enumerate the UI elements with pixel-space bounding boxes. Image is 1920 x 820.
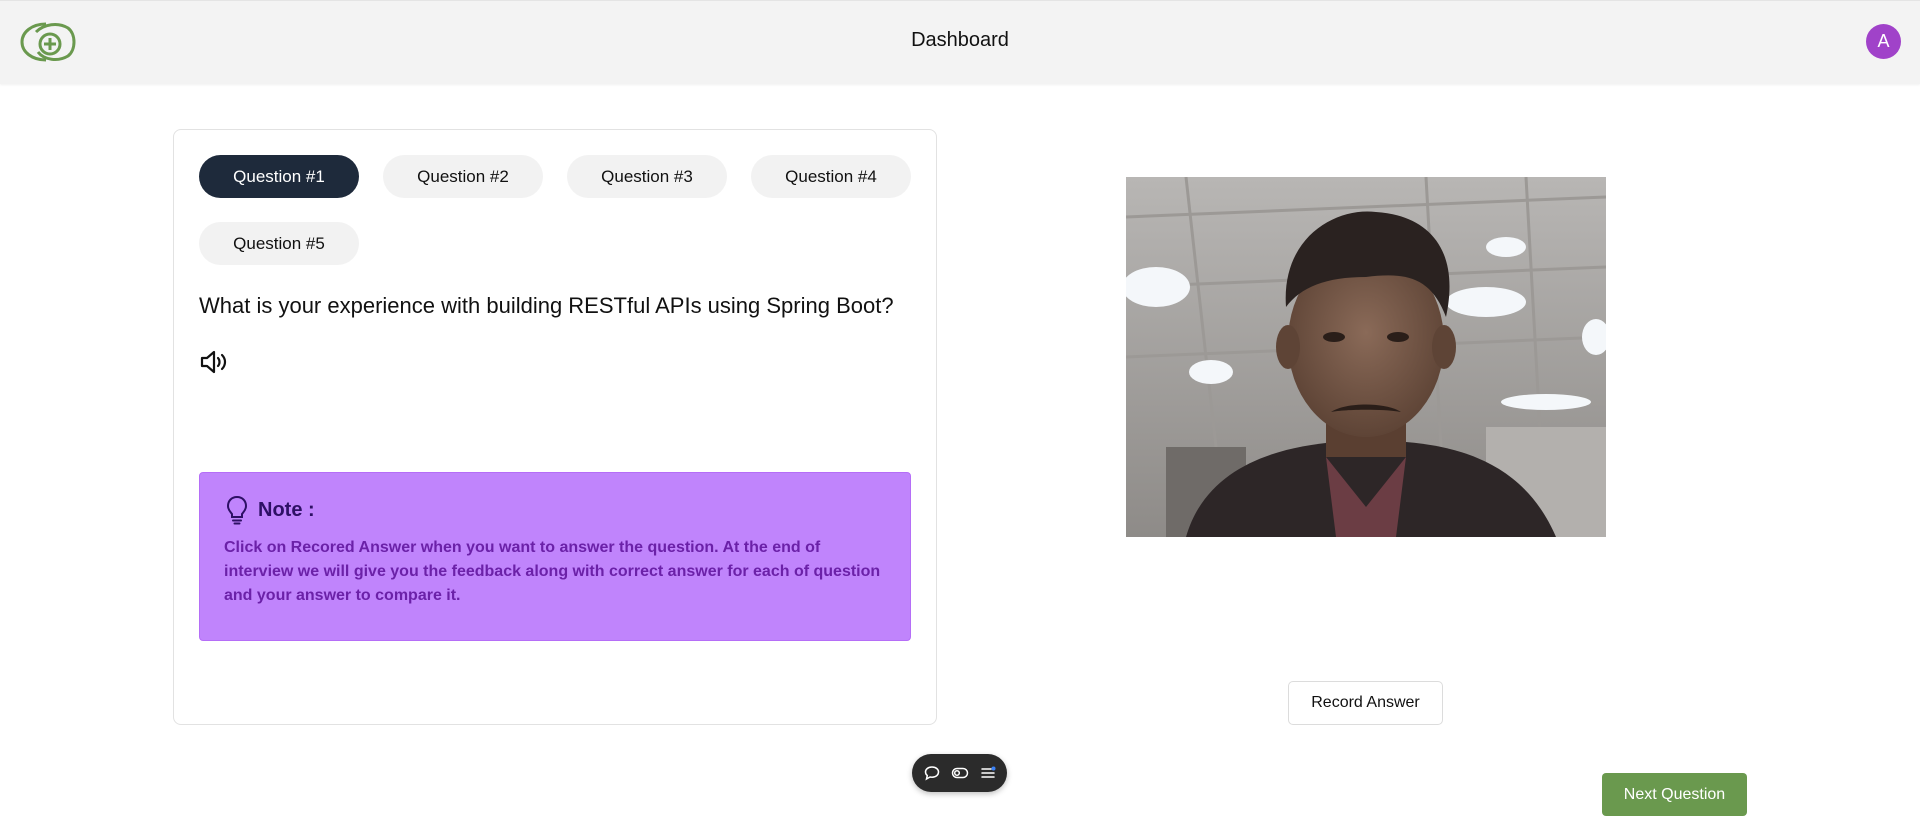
webcam-feed <box>1126 177 1606 537</box>
floating-toolbar <box>912 754 1007 792</box>
record-answer-button[interactable]: Record Answer <box>1288 681 1443 725</box>
lightbulb-icon <box>226 495 248 525</box>
page-title: Dashboard <box>911 29 1009 51</box>
tab-question-4[interactable]: Question #4 <box>751 155 911 198</box>
user-avatar[interactable]: A <box>1866 24 1901 59</box>
question-tabs: Question #1 Question #2 Question #3 Ques… <box>199 155 911 265</box>
question-text: What is your experience with building RE… <box>199 293 894 318</box>
note-header: Note : <box>226 495 315 525</box>
note-box: Note : Click on Recored Answer when you … <box>199 472 911 641</box>
note-title: Note : <box>258 498 315 521</box>
question-panel: Question #1 Question #2 Question #3 Ques… <box>173 129 937 725</box>
menu-icon[interactable] <box>979 764 997 782</box>
tab-question-2[interactable]: Question #2 <box>383 155 543 198</box>
webcam-image <box>1126 177 1606 537</box>
comment-icon[interactable] <box>923 764 941 782</box>
tab-question-1[interactable]: Question #1 <box>199 155 359 198</box>
toggle-icon[interactable] <box>951 764 969 782</box>
tab-question-3[interactable]: Question #3 <box>567 155 727 198</box>
next-question-button[interactable]: Next Question <box>1602 773 1747 816</box>
tab-question-5[interactable]: Question #5 <box>199 222 359 265</box>
note-body: Click on Recored Answer when you want to… <box>224 539 881 604</box>
volume-icon[interactable] <box>199 348 229 376</box>
top-header: Dashboard A <box>0 0 1920 84</box>
